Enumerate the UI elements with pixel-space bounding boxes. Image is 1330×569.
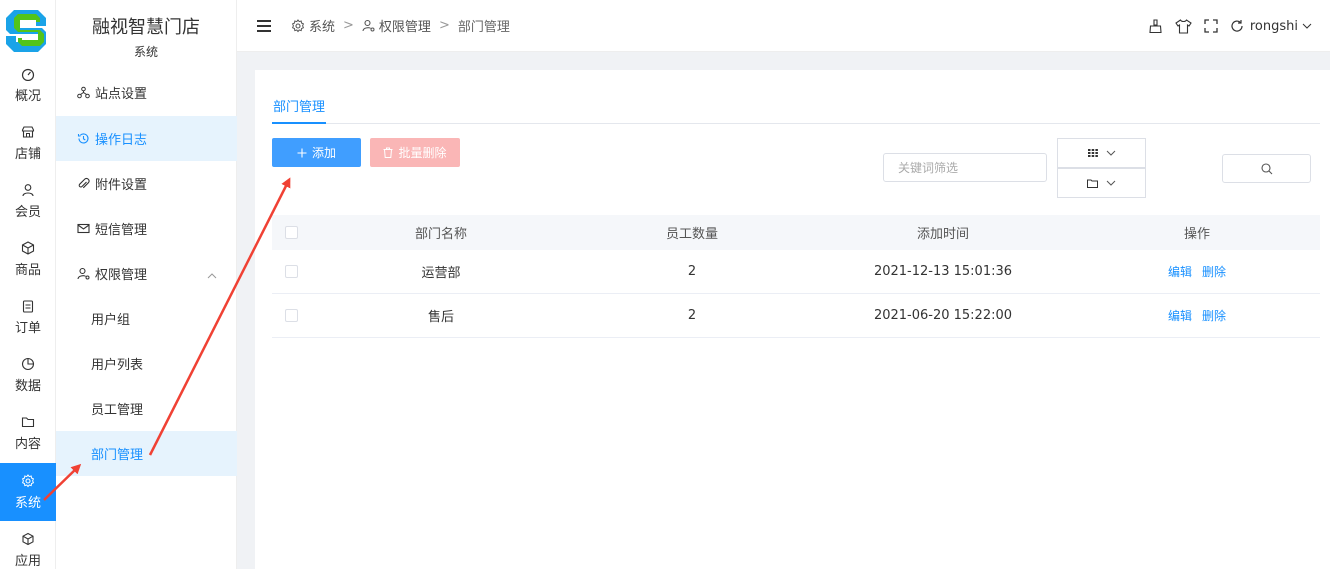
user-lock-icon [76,267,90,281]
select-all-cell [272,226,310,239]
trash-icon [383,147,393,158]
sidebar-item-sms-management[interactable]: 短信管理 [56,206,237,251]
gear-icon [21,473,35,488]
breadcrumb-item-system[interactable]: 系统 [291,16,335,35]
product-box-icon [21,240,35,255]
paperclip-icon [76,177,90,191]
breadcrumb-separator: > [438,18,450,33]
batch-delete-button[interactable]: 批量删除 [370,138,460,167]
grid-icon [1087,149,1098,157]
delete-link[interactable]: 删除 [1202,307,1226,324]
rail-item-system[interactable]: 系统 [0,463,56,521]
sidebar-item-permission-management[interactable]: 权限管理 [56,251,237,296]
department-name: 运营部 [421,266,461,281]
sidebar-header: 融视智慧门店 系统 [56,0,236,70]
username: rongshi [1249,18,1298,34]
fullscreen-icon[interactable] [1204,19,1218,33]
export-dropdown[interactable] [1057,168,1146,198]
breadcrumb: 系统 > 权限管理 > 部门管理 [291,16,510,35]
created-time: 2021-06-20 15:22:00 [873,308,1013,323]
row-checkbox[interactable] [284,309,298,322]
staff-count: 2 [687,308,697,323]
app-cube-icon [21,532,35,546]
tab-department-management[interactable]: 部门管理 [272,96,327,124]
menu-toggle-icon[interactable] [257,19,271,32]
mail-icon [76,222,90,236]
column-header-time: 添加时间 [916,227,969,242]
column-header-count: 员工数量 [665,227,718,242]
chevron-down-icon [1106,180,1116,186]
sidebar-item-staff-management[interactable]: 员工管理 [56,386,237,431]
column-header-actions: 操作 [1183,227,1210,242]
top-bar: 系统 > 权限管理 > 部门管理 rongshi [237,0,1330,52]
dashboard-icon [21,67,35,81]
table-header: 部门名称 员工数量 添加时间 操作 [272,215,1320,250]
chevron-up-icon [207,268,217,283]
rail-item-order[interactable]: 订单 [0,288,56,346]
sidebar-item-operation-log[interactable]: 操作日志 [56,116,237,161]
user-lock-icon [362,19,375,32]
app-logo [0,0,56,56]
table-row: 运营部 2 2021-12-13 15:01:36 编辑 删除 [272,250,1320,294]
pie-chart-icon [21,357,35,371]
select-all-checkbox[interactable] [284,226,298,239]
search-icon [1260,162,1273,175]
department-name: 售后 [427,310,454,325]
chevron-down-icon [1106,150,1116,156]
rail-item-product[interactable]: 商品 [0,230,56,288]
folder-icon [21,415,35,429]
rail-item-overview[interactable]: 概况 [0,56,56,114]
keyword-filter-input[interactable] [883,153,1047,182]
chevron-down-icon [1302,23,1312,29]
search-button[interactable] [1222,154,1311,183]
sidebar-item-user-list[interactable]: 用户列表 [56,341,237,386]
row-select-cell [272,309,310,322]
store-icon [21,125,35,139]
created-time: 2021-12-13 15:01:36 [873,264,1013,279]
row-actions: 编辑 删除 [1074,307,1320,324]
plus-icon [297,148,307,158]
delete-link[interactable]: 删除 [1202,263,1226,280]
top-bar-actions: rongshi [1136,0,1312,52]
sidebar-section-title: 系统 [133,45,158,59]
order-icon [21,299,35,313]
rail-item-app[interactable]: 应用 [0,521,56,569]
breadcrumb-item-current: 部门管理 [457,20,510,35]
table-row: 售后 2 2021-06-20 15:22:00 编辑 删除 [272,294,1320,338]
tab-bar: 部门管理 [272,96,1320,124]
row-actions: 编辑 删除 [1074,263,1320,280]
shirt-icon[interactable] [1175,18,1192,34]
secondary-sidebar: 融视智慧门店 系统 站点设置 操作日志 附件设置 短信管理 权限管理 用户组 用… [56,0,237,569]
sidebar-item-site-settings[interactable]: 站点设置 [56,70,237,115]
department-table: 部门名称 员工数量 添加时间 操作 运营部 2 2021-12-13 15:01… [272,215,1320,338]
user-menu[interactable]: rongshi [1250,19,1312,34]
column-layout-dropdown[interactable] [1057,138,1146,168]
sidebar-item-department-management[interactable]: 部门管理 [56,431,237,476]
rail-item-content[interactable]: 内容 [0,404,56,462]
history-icon [76,132,90,146]
sidebar-item-attachment-settings[interactable]: 附件设置 [56,161,237,206]
staff-count: 2 [687,264,697,279]
sitemap-icon [76,86,90,100]
rail-item-data[interactable]: 数据 [0,346,56,404]
shop-name: 融视智慧门店 [92,17,200,38]
clean-icon[interactable] [1148,18,1163,34]
primary-nav-rail: 概况 店铺 会员 商品 订单 数据 内容 系统 应用 [0,0,56,569]
folder-icon [1087,179,1098,188]
breadcrumb-separator: > [343,18,354,33]
content-card: 部门管理 添加 批量删除 部门名称 员工数量 添加时间 操作 运营部 2 202… [255,70,1330,569]
rail-item-member[interactable]: 会员 [0,172,56,230]
rail-item-store[interactable]: 店铺 [0,114,56,172]
member-icon [21,183,35,197]
refresh-icon[interactable] [1230,19,1244,33]
row-checkbox[interactable] [284,265,298,278]
sidebar-item-user-group[interactable]: 用户组 [56,296,237,341]
edit-link[interactable]: 编辑 [1168,263,1192,280]
add-button[interactable]: 添加 [272,138,361,167]
gear-icon [291,18,305,33]
column-header-name: 部门名称 [414,227,467,242]
edit-link[interactable]: 编辑 [1168,307,1192,324]
row-select-cell [272,265,310,278]
breadcrumb-item-permission[interactable]: 权限管理 [362,16,431,35]
